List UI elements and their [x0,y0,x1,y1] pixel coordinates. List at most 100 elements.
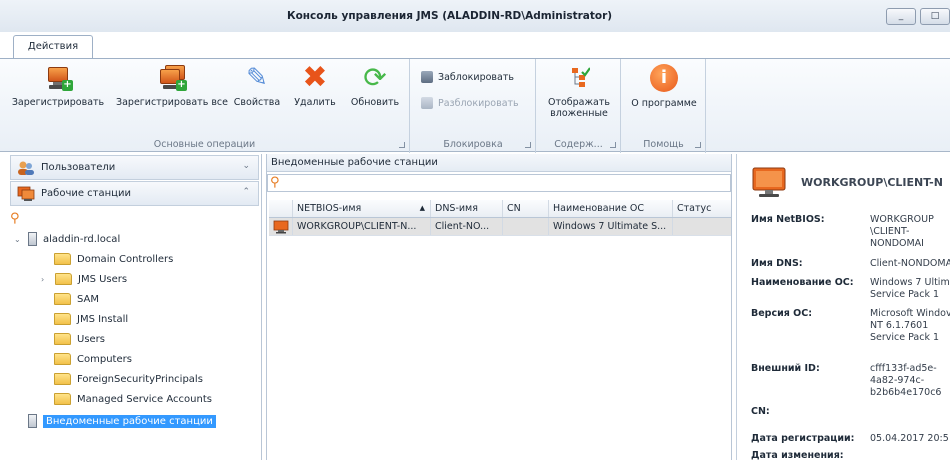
group-lock-launcher-icon[interactable] [525,142,531,148]
workstations-icon [17,186,35,202]
prop-value: Client-NONDOMA [870,258,950,269]
tree-item[interactable]: ForeignSecurityPrincipals [54,370,203,388]
chevron-down-icon[interactable]: ⌄ [242,161,250,171]
unlock-icon [421,97,433,109]
tree-check-icon [564,63,594,93]
monitor-icon [269,218,293,235]
workstations-list-panel: Внедоменные рабочие станции ⚲ NETBIOS-им… [266,154,732,460]
lock-button[interactable]: Заблокировать [421,71,514,83]
tree-item[interactable]: Managed Service Accounts [54,390,212,408]
lock-label: Заблокировать [438,71,514,83]
prop-key: Имя NetBIOS: [751,214,825,225]
column-netbios-label: NETBIOS-имя [297,203,362,214]
list-search-input[interactable]: ⚲ [267,174,731,192]
monitor-icon [751,164,787,200]
search-icon[interactable]: ⚲ [10,211,20,226]
nav-workstations[interactable]: Рабочие станции ⌃ [10,181,259,206]
register-all-button[interactable]: + Зарегистрировать все [116,63,228,108]
cell-netbios: WORKGROUP\CLIENT-N... [293,218,431,235]
ribbon: + Зарегистрировать + Зарегистрировать вс… [0,58,950,153]
properties-icon: ✎ [246,63,268,93]
search-icon: ⚲ [270,175,280,190]
delete-button[interactable]: ✖ Удалить [290,63,340,109]
tree-item[interactable]: JMS Install [54,310,128,328]
table-row[interactable]: WORKGROUP\CLIENT-N... Client-NO... Windo… [269,218,731,236]
tree-item[interactable]: Users [54,330,105,348]
navigation-panel: Пользователи ⌄ Рабочие станции ⌃ ⚲ ⌄ ala… [8,154,262,460]
tree-item[interactable]: Domain Controllers [54,250,173,268]
details-header: WORKGROUP\CLIENT-N [751,164,943,200]
maximize-button[interactable]: □ [920,8,950,25]
register-button[interactable]: + Зарегистрировать [4,63,112,108]
chevron-up-icon[interactable]: ⌃ [242,187,250,197]
tree-item-label: JMS Users [78,273,128,285]
properties-label: Свойства [233,97,281,108]
tree-node-non-domain-label: Внедоменные рабочие станции [43,414,216,428]
window-titlebar: Консоль управления JMS (ALADDIN-RD\Admin… [0,0,950,32]
cell-os: Windows 7 Ultimate S... [549,218,673,235]
folder-icon [54,293,71,305]
nav-users-label: Пользователи [41,162,116,173]
properties-button[interactable]: ✎ Свойства [228,63,286,108]
refresh-button[interactable]: ⟳ Обновить [344,63,406,109]
ribbon-group-content: Отображать вложенные Содерж... [537,59,621,153]
prop-key: Дата регистрации: [751,433,855,444]
column-status[interactable]: Статус [673,200,723,217]
tree-item[interactable]: Computers [54,350,132,368]
workstations-grid: NETBIOS-имя ▲ DNS-имя CN Наименование ОС… [269,200,731,236]
folder-icon [54,253,71,265]
users-icon [17,160,35,176]
ribbon-group-basic: + Зарегистрировать + Зарегистрировать вс… [0,59,410,153]
tree-item-label: Users [77,333,106,345]
tree-item-label: Computers [77,353,132,365]
folder-icon [54,353,71,365]
tree-item[interactable]: › JMS Users [41,270,127,288]
server-icon [28,414,37,428]
prop-value: Microsoft Windov NT 6.1.7601 Service Pac… [870,308,950,343]
info-icon: i [649,64,679,94]
about-button[interactable]: i О программе [624,63,704,109]
column-os[interactable]: Наименование ОС [549,200,673,217]
window-title: Консоль управления JMS (ALADDIN-RD\Admin… [287,10,613,22]
tree-node-domain-label: aladdin-rd.local [43,233,121,245]
folder-icon [54,333,71,345]
minimize-button[interactable]: _ [886,8,916,25]
unlock-button[interactable]: Разблокировать [421,97,519,109]
column-dns[interactable]: DNS-имя [431,200,503,217]
grid-header: NETBIOS-имя ▲ DNS-имя CN Наименование ОС… [269,200,731,218]
group-lock-label: Блокировка [443,139,503,150]
monitors-add-icon: + [157,63,187,93]
column-cn[interactable]: CN [503,200,549,217]
nav-users[interactable]: Пользователи ⌄ [10,155,259,180]
column-netbios[interactable]: NETBIOS-имя ▲ [293,200,431,217]
about-label: О программе [631,98,697,109]
tree-item-label: SAM [77,293,100,305]
tree-item[interactable]: SAM [54,290,99,308]
tree-node-non-domain[interactable]: Внедоменные рабочие станции [28,412,216,430]
cell-status [673,218,723,235]
collapsed-arrow-icon[interactable]: › [41,275,49,284]
monitor-add-icon: + [43,63,73,93]
sort-asc-icon: ▲ [419,204,425,212]
ribbon-tab-actions[interactable]: Действия [13,35,93,59]
tree-node-domain[interactable]: ⌄ aladdin-rd.local [14,230,120,248]
folder-icon [55,273,72,285]
unlock-label: Разблокировать [438,97,519,109]
group-help-launcher-icon[interactable] [695,142,701,148]
prop-value: 05.04.2017 20:5 [870,433,949,444]
refresh-label: Обновить [350,97,400,108]
group-content-label: Содерж... [554,139,603,150]
show-nested-button[interactable]: Отображать вложенные [541,63,617,119]
tree-item-label: JMS Install [77,313,129,325]
tree-item-label: Domain Controllers [77,253,174,265]
expand-arrow-icon[interactable]: ⌄ [14,235,22,244]
group-basic-launcher-icon[interactable] [399,142,405,148]
prop-value: WORKGROUP \CLIENT- NONDOMAI [870,214,934,249]
prop-key: Дата изменения: [751,450,844,460]
cell-cn [503,218,549,235]
folder-icon [54,393,71,405]
list-title: Внедоменные рабочие станции [267,154,731,172]
group-content-launcher-icon[interactable] [610,142,616,148]
prop-key: Имя DNS: [751,258,803,269]
group-help-label: Помощь [643,139,684,150]
